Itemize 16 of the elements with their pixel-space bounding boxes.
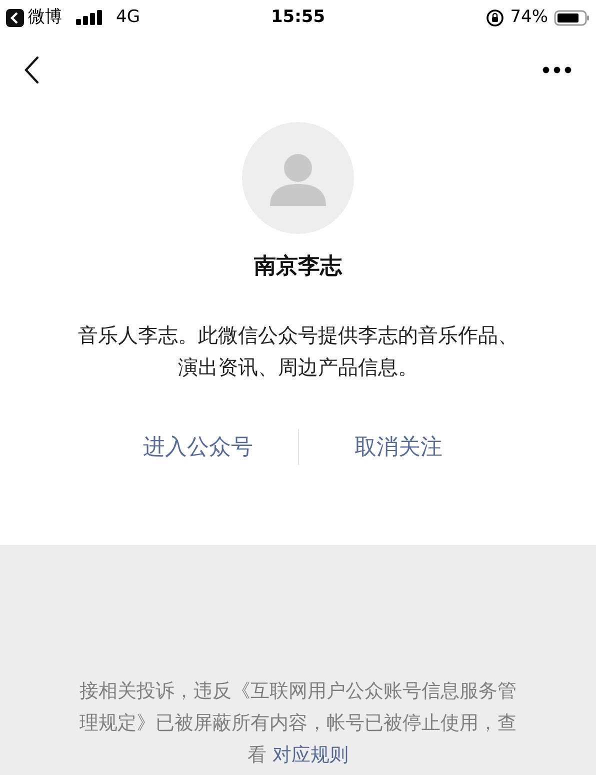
back-app-icon[interactable] (6, 9, 24, 27)
notice-text: 接相关投诉，违反《互联网用户公众账号信息服务管理规定》已被屏蔽所有内容，帐号已被停止使用，查看 对应规则 (78, 679, 518, 768)
signal-icon (76, 10, 104, 26)
clock: 15:55 (270, 6, 326, 30)
back-icon[interactable] (24, 55, 40, 85)
rotation-lock-icon (486, 9, 504, 27)
more-icon[interactable] (542, 66, 572, 74)
action-button[interactable]: 取消关注 (354, 430, 442, 464)
account-name: 南京李志 (254, 253, 342, 281)
battery-percent: 74% (510, 6, 548, 30)
action-button[interactable]: 进入公众号 (142, 430, 253, 464)
battery-icon (554, 9, 590, 27)
rules-link[interactable]: 对应规则 (272, 744, 349, 766)
network-label: 4G (116, 6, 140, 30)
account-description: 音乐人李志。此微信公众号提供李志的音乐作品、演出资讯、周边产品信息。 (77, 322, 519, 381)
back-app-label[interactable]: 微博 (28, 5, 62, 31)
